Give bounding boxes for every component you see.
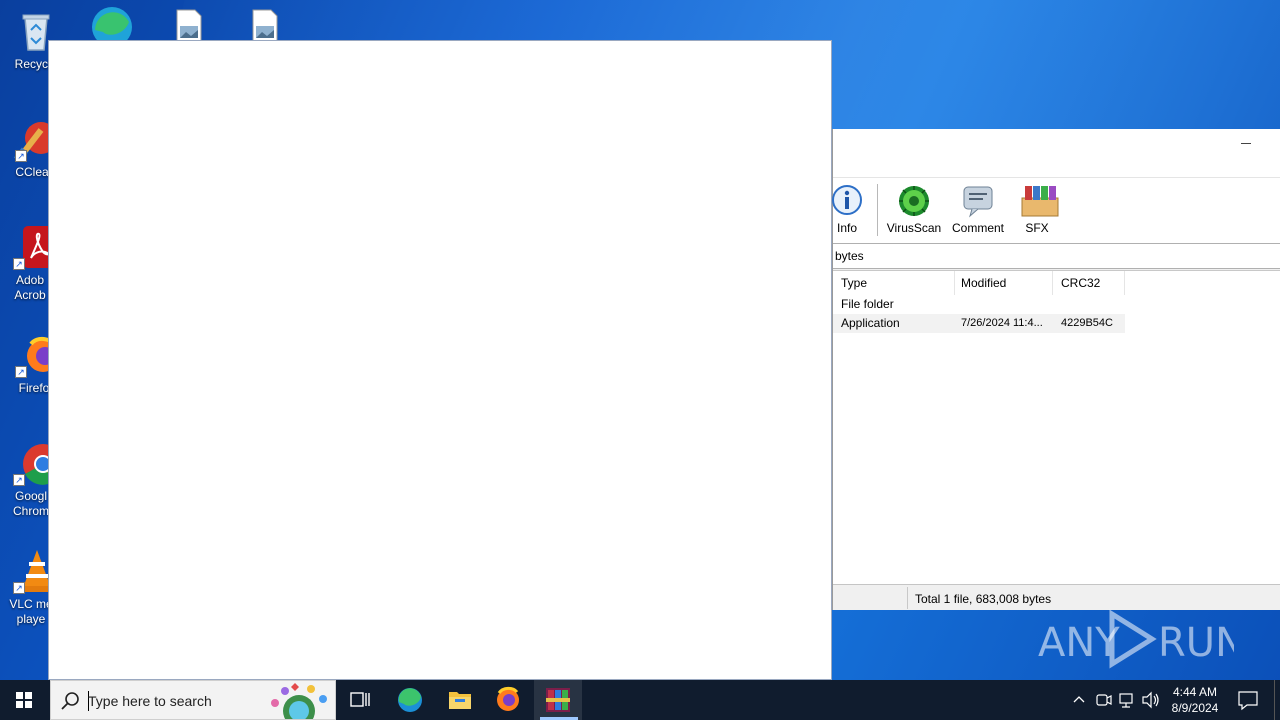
search-highlight-illustration-icon [271, 683, 327, 719]
chevron-up-icon [1073, 696, 1085, 703]
shortcut-arrow-icon: ↗ [13, 258, 25, 270]
shortcut-arrow-icon: ↗ [15, 150, 27, 162]
file-list-header: Type Modified CRC32 [833, 271, 1280, 295]
search-input[interactable]: Type here to search [88, 693, 212, 709]
volume-icon [1142, 691, 1159, 709]
address-bar[interactable]: bytes [833, 243, 1280, 269]
winrar-icon [546, 688, 570, 712]
column-header-modified[interactable]: Modified [953, 271, 1053, 295]
tray-meet-button[interactable] [1092, 680, 1114, 720]
taskbar-clock[interactable]: 4:44 AM 8/9/2024 [1160, 684, 1230, 716]
network-icon [1119, 693, 1133, 708]
cell-type: Application [841, 316, 900, 330]
archiver-toolbar: Info VirusScan Comment SFX [832, 177, 1280, 243]
tray-chevron-button[interactable] [1068, 680, 1090, 720]
svg-text:ANY: ANY [1038, 620, 1120, 666]
cell-crc32: 4229B54C [1061, 317, 1113, 329]
toolbar-label: VirusScan [886, 221, 942, 235]
archiver-window: Info VirusScan Comment SFX bytes Type Mo… [832, 129, 1280, 610]
taskbar: Type here to search 4:44 AM 8/9/2024 [0, 680, 1280, 720]
firefox-icon [497, 686, 519, 711]
column-header-crc32[interactable]: CRC32 [1053, 271, 1125, 295]
shortcut-arrow-icon: ↗ [13, 582, 25, 594]
comment-icon [960, 184, 996, 218]
task-view-icon [350, 692, 370, 707]
minimize-button[interactable] [1236, 135, 1256, 151]
file-row[interactable]: File folder [833, 295, 1280, 314]
cell-modified: 7/26/2024 11:4... [961, 317, 1043, 329]
cell-type: File folder [841, 297, 894, 311]
search-box[interactable]: Type here to search [50, 680, 336, 720]
taskbar-edge-button[interactable] [386, 680, 434, 720]
toolbar-button-sfx[interactable]: SFX [1013, 184, 1061, 240]
taskbar-file-explorer-button[interactable] [436, 680, 484, 720]
tray-volume-button[interactable] [1140, 680, 1162, 720]
svg-text:RUN: RUN [1158, 620, 1234, 666]
taskbar-winrar-button[interactable] [534, 680, 582, 720]
window-titlebar [833, 129, 1280, 177]
column-header-type[interactable]: Type [833, 271, 955, 295]
desktop-icon-label: Googl Chrom [12, 489, 49, 518]
notification-center-button[interactable] [1234, 680, 1262, 720]
info-icon [829, 184, 865, 218]
file-row[interactable]: Application 7/26/2024 11:4... 4229B54C [833, 314, 1125, 333]
shortcut-arrow-icon: ↗ [15, 366, 27, 378]
shortcut-arrow-icon: ↗ [13, 474, 25, 486]
edge-icon [398, 688, 422, 712]
address-text: bytes [835, 249, 864, 263]
blank-window[interactable] [48, 40, 832, 680]
status-text: Total 1 file, 683,008 bytes [915, 592, 1052, 606]
sfx-icon [1019, 184, 1059, 218]
anyrun-watermark: ANY RUN [1038, 606, 1245, 672]
desktop-icon-label: Adob Acrob [14, 273, 46, 302]
toolbar-label: SFX [1025, 221, 1049, 235]
toolbar-button-virusscan[interactable]: VirusScan [885, 184, 943, 240]
virus-scan-icon [896, 184, 932, 218]
file-explorer-icon [449, 692, 471, 709]
toolbar-separator [877, 184, 878, 236]
status-divider [907, 587, 908, 609]
clock-time: 4:44 AM [1172, 685, 1218, 699]
show-desktop-button[interactable] [1274, 680, 1280, 720]
search-icon [61, 692, 79, 710]
toolbar-label: Comment [951, 221, 1004, 235]
toolbar-label: Info [836, 221, 857, 235]
notification-icon [1238, 691, 1258, 711]
toolbar-button-info[interactable]: Info [827, 184, 867, 240]
taskbar-firefox-button[interactable] [484, 680, 532, 720]
start-icon [16, 692, 32, 708]
start-button[interactable] [0, 680, 48, 720]
toolbar-button-comment[interactable]: Comment [947, 184, 1009, 240]
task-view-button[interactable] [336, 680, 384, 720]
tray-network-button[interactable] [1116, 680, 1138, 720]
clock-date: 8/9/2024 [1171, 701, 1219, 715]
camera-icon [1096, 694, 1112, 706]
